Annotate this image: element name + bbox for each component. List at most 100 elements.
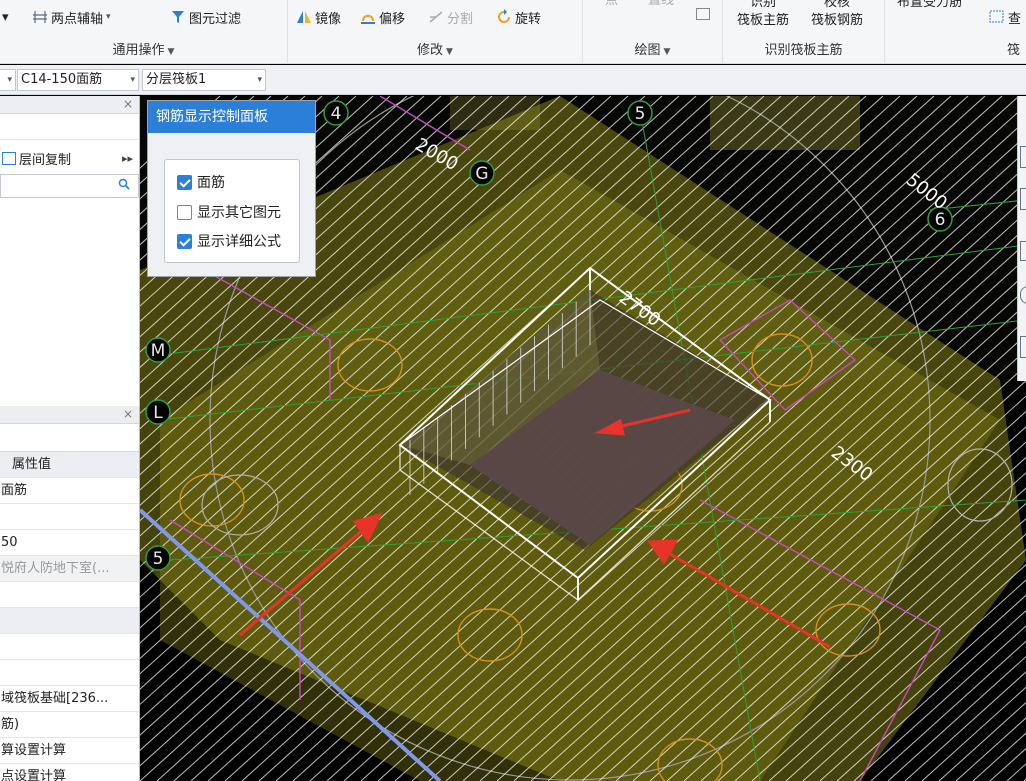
property-row[interactable]: 域筏板基础[236... [0,686,139,712]
offset-button[interactable]: 偏移 [360,6,405,28]
checkbox-label: 显示详细公式 [197,234,281,250]
rebar-display-control-panel: 钢筋显示控制面板 面筋 显示其它图元 显示详细公式 [147,100,316,277]
verify-raft-button[interactable]: 校核 筏板钢筋 [811,0,863,30]
property-panel-titlebar: × [0,406,139,424]
layer-select[interactable]: 分层筏板1 ▾ [142,69,266,91]
rebar-select[interactable]: C14-150面筋 ▾ [17,69,139,91]
query-label: 查 [1008,11,1022,27]
chevron-down-icon: ▾ [130,75,135,85]
panel-tab-strip [0,116,139,140]
verify-line2: 筏板钢筋 [811,13,864,28]
layout-rebar-button[interactable]: 布置受力筋 [897,0,962,12]
element-filter-label: 图元过滤 [189,11,242,27]
property-row[interactable]: 算设置计算 [0,738,139,764]
split-icon [428,9,444,25]
chevron-down-icon: ▾ [257,75,262,85]
offset-icon [360,9,376,25]
query-button[interactable]: 查 [989,6,1021,28]
rotate-icon [496,9,512,25]
component-tree[interactable] [0,200,139,400]
checkbox-show-other[interactable]: 显示其它图元 [177,202,281,222]
filter-icon [170,9,186,25]
chevron-down-icon: ▾ [106,12,111,22]
property-row[interactable] [0,608,139,634]
property-row[interactable] [0,582,139,608]
property-row[interactable]: 点设置计算 [0,764,139,781]
checkbox-show-formula[interactable]: 显示详细公式 [177,231,281,251]
group-modify: 镜像 偏移 分割 旋转 修改 ▼ [288,0,583,64]
checkbox-icon[interactable] [177,204,192,220]
checkbox-label: 显示其它图元 [197,205,281,221]
left-panel: × 层间复制 ▸▸ × 属性值 面筋 50 悦府人防地下室(... 域筏板基础[236… [0,96,140,781]
group-general: ▾ 两点辅轴 ▾ 图元过滤 通用操作 ▼ [0,0,288,64]
offset-label: 偏移 [379,11,406,27]
identify-line1: 识别 [750,0,777,10]
right-toolbar [1017,96,1026,381]
layer-copy-button[interactable]: 层间复制 ▸▸ [0,146,139,170]
toolbar-tool[interactable] [1020,336,1026,358]
property-header: 属性值 [0,452,139,478]
group-identify: 识别 筏板主筋 校核 筏板钢筋 识别筏板主筋 [723,0,885,64]
type-select[interactable]: ▾ [0,69,16,91]
axis-label-m: M [151,341,166,361]
search-icon[interactable] [118,178,130,194]
property-row[interactable]: 悦府人防地下室(... [0,556,139,582]
component-list-titlebar: × [0,96,139,114]
axis-label-6: 6 [935,210,946,230]
identify-raft-button[interactable]: 识别 筏板主筋 [737,0,789,30]
copy-icon [2,151,16,165]
rotate-label: 旋转 [515,11,542,27]
axis-label-g: G [475,164,488,184]
property-row[interactable] [0,634,139,660]
layer-copy-label: 层间复制 [19,152,72,168]
line-button[interactable]: 直线 [648,0,674,10]
split-label: 分割 [447,11,474,27]
axis-label-4: 4 [331,104,342,124]
checkbox-icon[interactable] [177,174,192,190]
checkbox-face-rebar[interactable]: 面筋 [177,172,225,192]
checkbox-label: 面筋 [197,175,225,191]
two-point-axis-label: 两点辅轴 [51,11,104,27]
property-row[interactable]: 筋) [0,712,139,738]
axis-label-l: L [153,403,163,423]
ribbon-toolbar: ▾ 两点辅轴 ▾ 图元过滤 通用操作 ▼ 镜像 偏移 分割 旋转 修改 ▼ 点 … [0,0,1026,64]
point-button[interactable]: 点 [605,0,618,10]
chevron-right-icon[interactable]: ▸▸ [122,152,133,165]
ribbon-dropdown-arrow[interactable]: ▾ [2,6,9,28]
split-button[interactable]: 分割 [428,6,473,28]
axis-label-5b: 5 [153,549,164,569]
property-row[interactable]: 50 [0,530,139,556]
identify-line2: 筏板主筋 [737,13,790,28]
group-identify-label: 识别筏板主筋 [764,43,843,58]
property-row[interactable] [0,660,139,686]
close-icon[interactable]: × [123,407,133,421]
combo-toolbar: ▾ C14-150面筋 ▾ 分层筏板1 ▾ [0,65,1026,95]
mirror-icon [296,9,312,25]
property-row[interactable]: 面筋 [0,478,139,504]
toolbar-tool[interactable] [1020,188,1026,210]
close-icon[interactable]: × [123,97,133,111]
search-input[interactable] [0,174,139,198]
chevron-down-icon: ▾ [7,75,12,85]
mirror-label: 镜像 [315,11,342,27]
mirror-button[interactable]: 镜像 [296,6,341,28]
toolbar-tool[interactable] [1020,146,1026,168]
axis-label-5: 5 [635,104,646,124]
two-point-axis-button[interactable]: 两点辅轴 ▾ [32,6,111,28]
toolbar-tool[interactable] [1020,241,1026,261]
verify-line1: 校核 [824,0,851,10]
property-tab-strip [0,426,139,452]
toolbar-tool[interactable] [1020,286,1026,304]
property-row[interactable] [0,504,139,530]
group-general-label[interactable]: 通用操作 ▼ [0,39,287,58]
group-layout: 布置受力筋 查 筏 [885,0,1026,64]
query-icon [989,9,1005,25]
group-draw-label[interactable]: 绘图 ▼ [583,39,722,58]
checkbox-icon[interactable] [177,233,192,249]
rectangle-icon[interactable] [696,8,710,20]
group-modify-label[interactable]: 修改 ▼ [288,39,582,58]
control-panel-options: 面筋 显示其它图元 显示详细公式 [164,159,300,263]
rotate-button[interactable]: 旋转 [496,6,541,28]
element-filter-button[interactable]: 图元过滤 [170,6,241,28]
property-value-header: 属性值 [12,457,52,472]
